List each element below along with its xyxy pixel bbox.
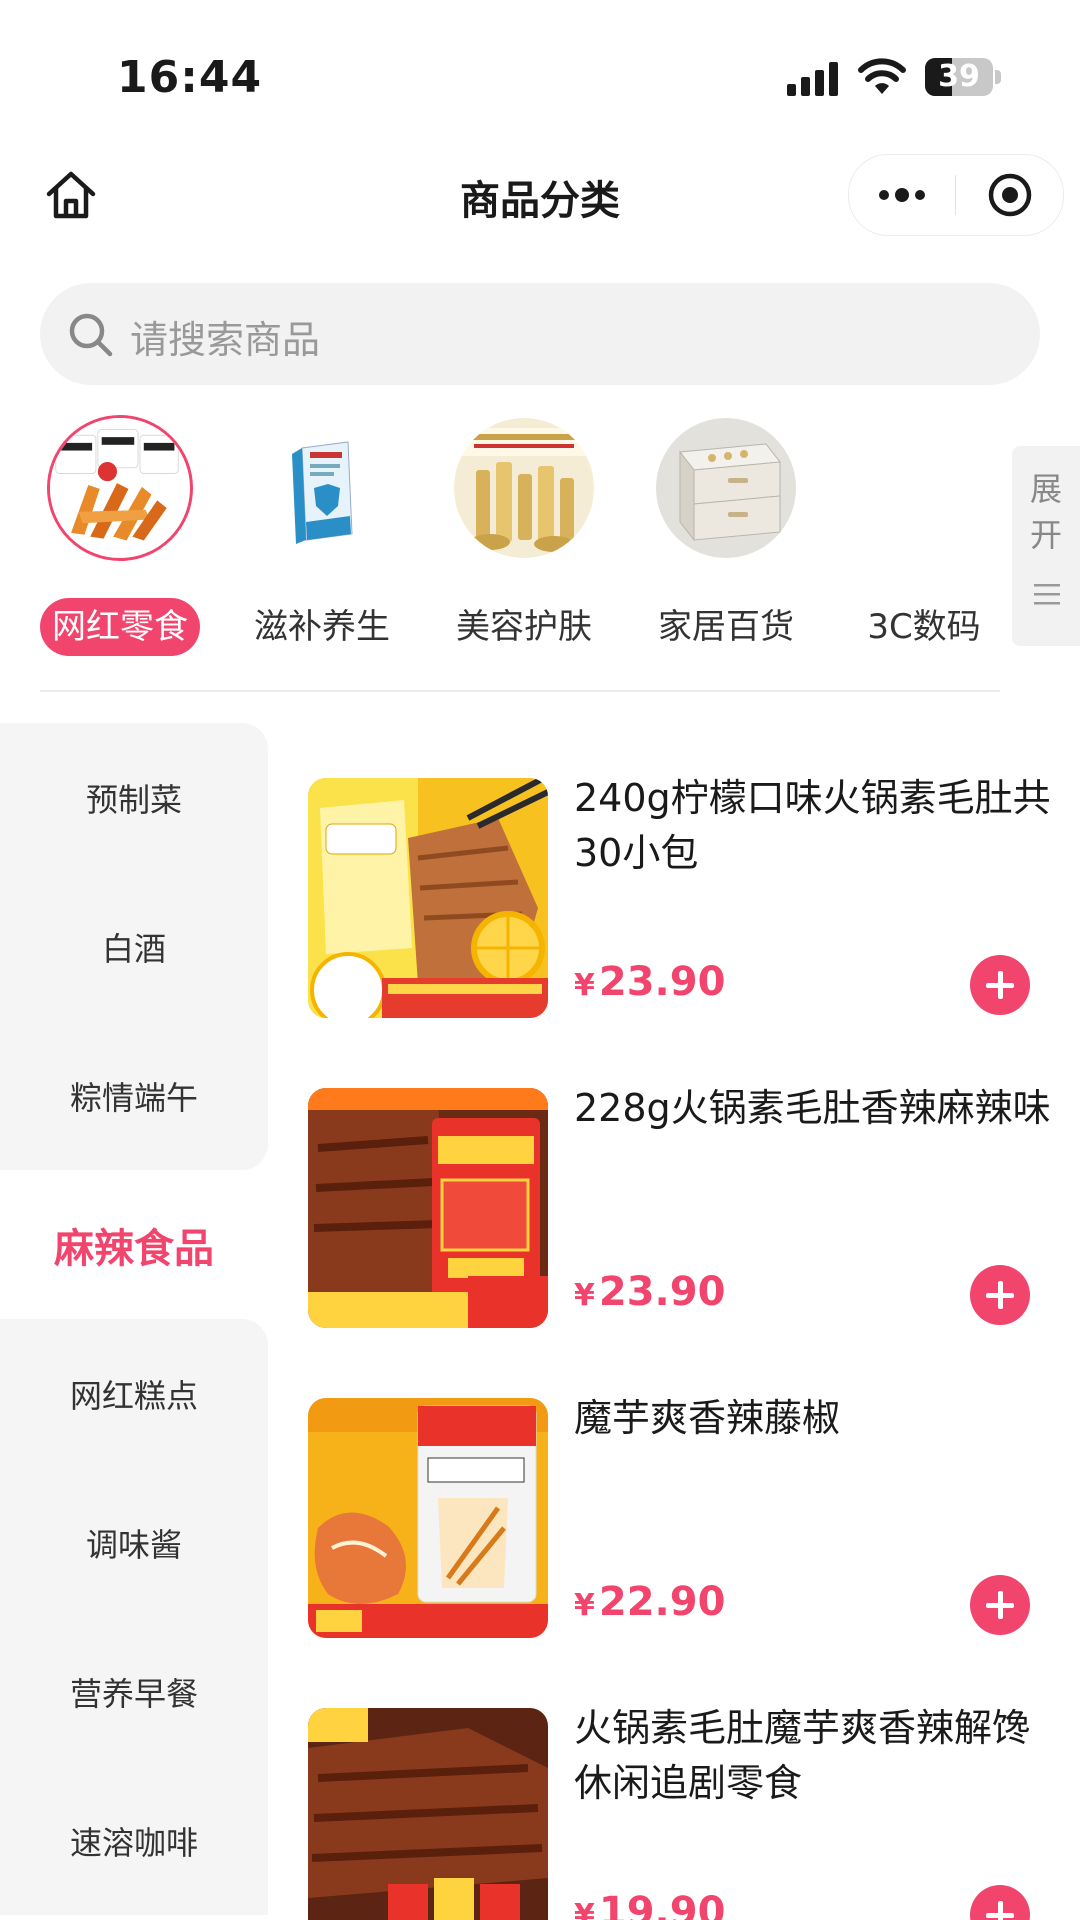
target-icon	[988, 173, 1032, 217]
expand-categories-button[interactable]: 展开	[1012, 446, 1080, 646]
category-label: 家居百货	[658, 607, 794, 647]
more-button[interactable]	[849, 155, 955, 235]
category-tab-beauty[interactable]: 美容护肤	[444, 410, 604, 670]
signal-icon	[787, 62, 838, 96]
product-image	[308, 1088, 548, 1328]
more-dots-icon	[879, 188, 925, 202]
category-tab-digital[interactable]: 3C数码	[844, 410, 1004, 670]
category-image-beauty	[454, 418, 594, 558]
category-image-snacks	[47, 415, 193, 561]
sidebar-item-dragon-boat[interactable]: 粽情端午	[0, 1021, 268, 1170]
product-image	[308, 778, 548, 1018]
product-title: 228g火锅素毛肚香辣麻辣味	[574, 1086, 1051, 1130]
sidebar-item-prepared-food[interactable]: 预制菜	[0, 723, 268, 872]
battery-level: 39	[938, 59, 980, 94]
nav-bar: 商品分类	[0, 150, 1080, 240]
product-card[interactable]: 240g柠檬口味火锅素毛肚共30小包 ¥23.90	[268, 723, 1080, 1023]
sidebar-item-spicy-food[interactable]: 麻辣食品	[0, 1170, 268, 1319]
add-to-cart-button[interactable]	[970, 1575, 1030, 1635]
search-input[interactable]: 请搜索商品	[130, 309, 320, 364]
status-time: 16:44	[117, 52, 263, 103]
product-card[interactable]: 魔芋爽香辣藤椒 ¥22.90	[268, 1343, 1080, 1643]
category-label: 美容护肤	[456, 607, 592, 647]
category-image-health	[252, 418, 392, 558]
wifi-icon	[858, 58, 906, 94]
product-title: 240g柠檬口味火锅素毛肚共30小包	[574, 776, 1051, 875]
search-bar[interactable]: 请搜索商品	[40, 283, 1040, 385]
product-title: 火锅素毛肚魔芋爽香辣解馋休闲追剧零食	[574, 1706, 1031, 1805]
divider	[40, 690, 1000, 692]
category-label: 滋补养生	[254, 607, 390, 647]
product-card[interactable]: 228g火锅素毛肚香辣麻辣味 ¥23.90	[268, 1033, 1080, 1333]
product-price: ¥22.90	[574, 1579, 726, 1625]
battery-icon: 39	[925, 58, 1003, 98]
sidebar-item-coffee[interactable]: 速溶咖啡	[0, 1766, 268, 1915]
category-label: 3C数码	[867, 607, 981, 647]
product-price: ¥19.90	[574, 1889, 726, 1920]
category-tab-health[interactable]: 滋补养生	[242, 410, 402, 670]
product-card[interactable]: 火锅素毛肚魔芋爽香辣解馋休闲追剧零食 ¥19.90	[268, 1653, 1080, 1920]
category-tab-home[interactable]: 家居百货	[646, 410, 806, 670]
category-label: 网红零食	[40, 598, 200, 656]
product-price: ¥23.90	[574, 1269, 726, 1315]
add-to-cart-button[interactable]	[970, 1265, 1030, 1325]
sidebar-item-sauces[interactable]: 调味酱	[0, 1468, 268, 1617]
sidebar-item-breakfast[interactable]: 营养早餐	[0, 1617, 268, 1766]
category-tabs: 网红零食 滋补养生 美容护肤 家居百货 3C数码	[0, 410, 1012, 670]
add-to-cart-button[interactable]	[970, 955, 1030, 1015]
sidebar-item-liquor[interactable]: 白酒	[0, 872, 268, 1021]
add-to-cart-button[interactable]	[970, 1885, 1030, 1920]
product-list: 240g柠檬口味火锅素毛肚共30小包 ¥23.90 228g火锅素毛肚香辣麻辣味…	[268, 723, 1080, 1920]
status-bar: 16:44 39	[0, 0, 1080, 150]
product-image	[308, 1708, 548, 1920]
product-image	[308, 1398, 548, 1638]
product-title: 魔芋爽香辣藤椒	[574, 1396, 841, 1440]
search-icon	[69, 313, 113, 357]
category-image-home	[656, 418, 796, 558]
product-price: ¥23.90	[574, 959, 726, 1005]
close-miniprogram-button[interactable]	[957, 155, 1063, 235]
sidebar-item-pastries[interactable]: 网红糕点	[0, 1319, 268, 1468]
category-tab-snacks[interactable]: 网红零食	[40, 410, 200, 670]
expand-label: 展开	[1029, 470, 1062, 554]
sidebar: 预制菜 白酒 粽情端午 麻辣食品 网红糕点 调味酱 营养早餐 速溶咖啡	[0, 723, 268, 1920]
menu-lines-icon	[1034, 584, 1060, 605]
mini-program-capsule	[848, 154, 1064, 236]
